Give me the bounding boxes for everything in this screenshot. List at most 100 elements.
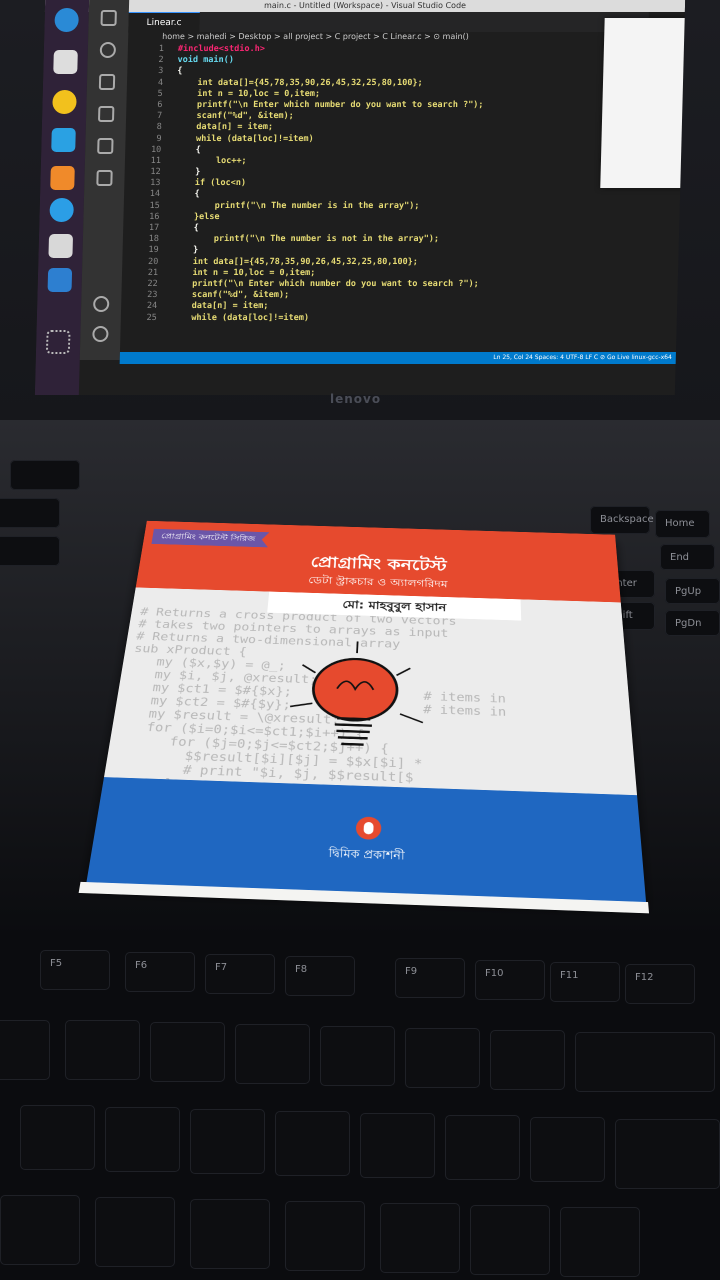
popup-window[interactable]	[600, 18, 686, 188]
key-num-row	[320, 1026, 395, 1086]
key-pgdn: PgDn	[665, 610, 720, 636]
key-left-1	[10, 460, 80, 490]
code-text: loc++;	[174, 155, 247, 166]
key-f10: F10	[475, 960, 545, 1000]
line-number: 2	[158, 55, 164, 66]
code-editor[interactable]: 1 #include<stdio.h> 2 void main() 3{4 int da…	[126, 44, 614, 354]
line-number: 18	[148, 234, 160, 245]
code-line[interactable]: 13 if (loc<n)	[130, 178, 610, 189]
status-bar: Ln 25, Col 24 Spaces: 4 UTF-8 LF C ⊘ Go …	[119, 352, 680, 364]
status-right[interactable]: Ln 25, Col 24 Spaces: 4 UTF-8 LF C ⊘ Go …	[493, 352, 672, 364]
software-icon[interactable]	[50, 166, 75, 190]
code-line[interactable]: 20 int data[]={45,78,35,90,26,45,32,25,8…	[128, 257, 608, 268]
line-number: 17	[148, 223, 160, 233]
cover-bottom-band: দ্বিমিক প্রকাশনী	[86, 777, 647, 903]
code-line[interactable]: 1 #include<stdio.h>	[134, 44, 614, 55]
code-text: while (data[loc]!=item)	[170, 312, 310, 323]
vscode-icon[interactable]	[47, 268, 73, 292]
line-number: 11	[150, 155, 162, 166]
tab-bar: Linear.c	[128, 12, 649, 33]
code-line[interactable]: 4 int data[]={45,78,35,90,26,45,32,25,80…	[133, 78, 613, 89]
code-line[interactable]: 25 while (data[loc]!=item)	[127, 313, 607, 324]
line-number: 3	[158, 66, 164, 77]
key-home-row	[285, 1201, 365, 1271]
code-line[interactable]: 8 data[n] = item;	[132, 122, 612, 133]
chrome-icon[interactable]	[54, 8, 79, 32]
line-number: 12	[150, 167, 161, 178]
line-number: 15	[149, 200, 160, 211]
code-line[interactable]: 21 int n = 10,loc = 0,item;	[128, 268, 608, 279]
code-text: int data[]={45,78,35,90,26,45,32,25,80,1…	[172, 256, 419, 267]
publisher-name: দ্বিমিক প্রকাশনী	[328, 847, 405, 864]
code-line[interactable]: 7 scanf("%d", &item);	[132, 111, 612, 122]
code-line[interactable]: 14 {	[130, 189, 610, 200]
line-number: 24	[146, 301, 158, 312]
code-text: scanf("%d", &item);	[175, 111, 294, 122]
line-number: 16	[149, 211, 160, 222]
code-line[interactable]: 19 }	[128, 245, 608, 256]
rhythmbox-icon[interactable]	[52, 90, 77, 114]
code-text: printf("\n The number is not in the arra…	[172, 234, 440, 245]
extensions-icon[interactable]	[97, 138, 114, 154]
code-line[interactable]: 22 printf("\n Enter which number do you …	[128, 279, 608, 290]
key-home-row	[0, 1195, 80, 1265]
key-f9: F9	[395, 958, 465, 998]
code-line[interactable]: 9 while (data[loc]!=item)	[131, 134, 611, 145]
code-line[interactable]: 11 loc++;	[131, 156, 611, 167]
code-line[interactable]: 12 }	[131, 167, 611, 178]
key-num-row	[235, 1024, 310, 1084]
laptop-brand: lenovo	[330, 392, 382, 406]
code-text: }else	[173, 211, 220, 222]
line-number: 20	[147, 256, 159, 267]
code-text: int data[]={45,78,35,90,26,45,32,25,80,1…	[176, 77, 423, 88]
laptop-screen: main.c - Untitled (Workspace) - Visual S…	[34, 0, 686, 395]
search-icon[interactable]	[99, 42, 117, 58]
code-text: }	[172, 245, 199, 256]
code-line[interactable]: 2 void main()	[133, 55, 613, 66]
key-letter-row	[530, 1117, 605, 1182]
laptop-lid: main.c - Untitled (Workspace) - Visual S…	[0, 0, 720, 420]
breadcrumb[interactable]: home > mahedi > Desktop > all project > …	[162, 32, 469, 41]
key-f6: F6	[125, 952, 195, 992]
code-line[interactable]: 6 printf("\n Enter which number do you w…	[132, 100, 612, 111]
code-line[interactable]: 10 {	[131, 145, 611, 156]
code-line[interactable]: 3{	[133, 66, 613, 77]
key-num-row	[65, 1020, 140, 1080]
remote-explorer-icon[interactable]	[96, 170, 113, 186]
gear-icon[interactable]	[92, 326, 109, 342]
account-icon[interactable]	[93, 296, 110, 312]
key-backspace: Backspace	[590, 506, 654, 534]
code-line[interactable]: 5 int n = 10,loc = 0,item;	[133, 89, 613, 100]
key-letter-row	[275, 1111, 350, 1176]
code-line[interactable]: 15 printf("\n The number is in the array…	[130, 201, 610, 212]
tab-linear-c[interactable]: Linear.c	[128, 12, 200, 33]
show-apps-icon[interactable]	[45, 330, 71, 354]
key-num-row	[405, 1028, 480, 1088]
code-text: {	[173, 223, 199, 233]
run-debug-icon[interactable]	[97, 106, 115, 122]
code-line[interactable]: 23 scanf("%d", &item);	[127, 290, 607, 301]
explorer-icon[interactable]	[100, 10, 117, 26]
files-icon[interactable]	[53, 50, 78, 74]
cover-middle: # Returns a cross product of two vectors…	[104, 587, 638, 796]
help-icon[interactable]	[49, 198, 74, 222]
source-control-icon[interactable]	[98, 74, 116, 90]
code-line[interactable]: 18 printf("\n The number is not in the a…	[129, 234, 609, 245]
code-line[interactable]: 17 {	[129, 223, 609, 234]
key-left-2	[0, 498, 60, 528]
code-text: }	[174, 167, 201, 178]
writer-icon[interactable]	[51, 128, 76, 152]
key-letter-row	[20, 1105, 95, 1170]
code-text: void main()	[177, 55, 235, 66]
key-num-row	[0, 1020, 50, 1080]
code-text: data[n] = item;	[175, 122, 274, 133]
key-home-row	[470, 1205, 550, 1275]
app-icon[interactable]	[48, 234, 74, 258]
key-home-row	[190, 1199, 270, 1269]
key-letter-row	[360, 1113, 435, 1178]
code-line[interactable]: 24 data[n] = item;	[127, 301, 607, 312]
key-home-row	[380, 1203, 460, 1273]
code-text: printf("\n Enter which number do you wan…	[176, 99, 484, 110]
code-line[interactable]: 16 }else	[129, 212, 609, 223]
key-f8: F8	[285, 956, 355, 996]
